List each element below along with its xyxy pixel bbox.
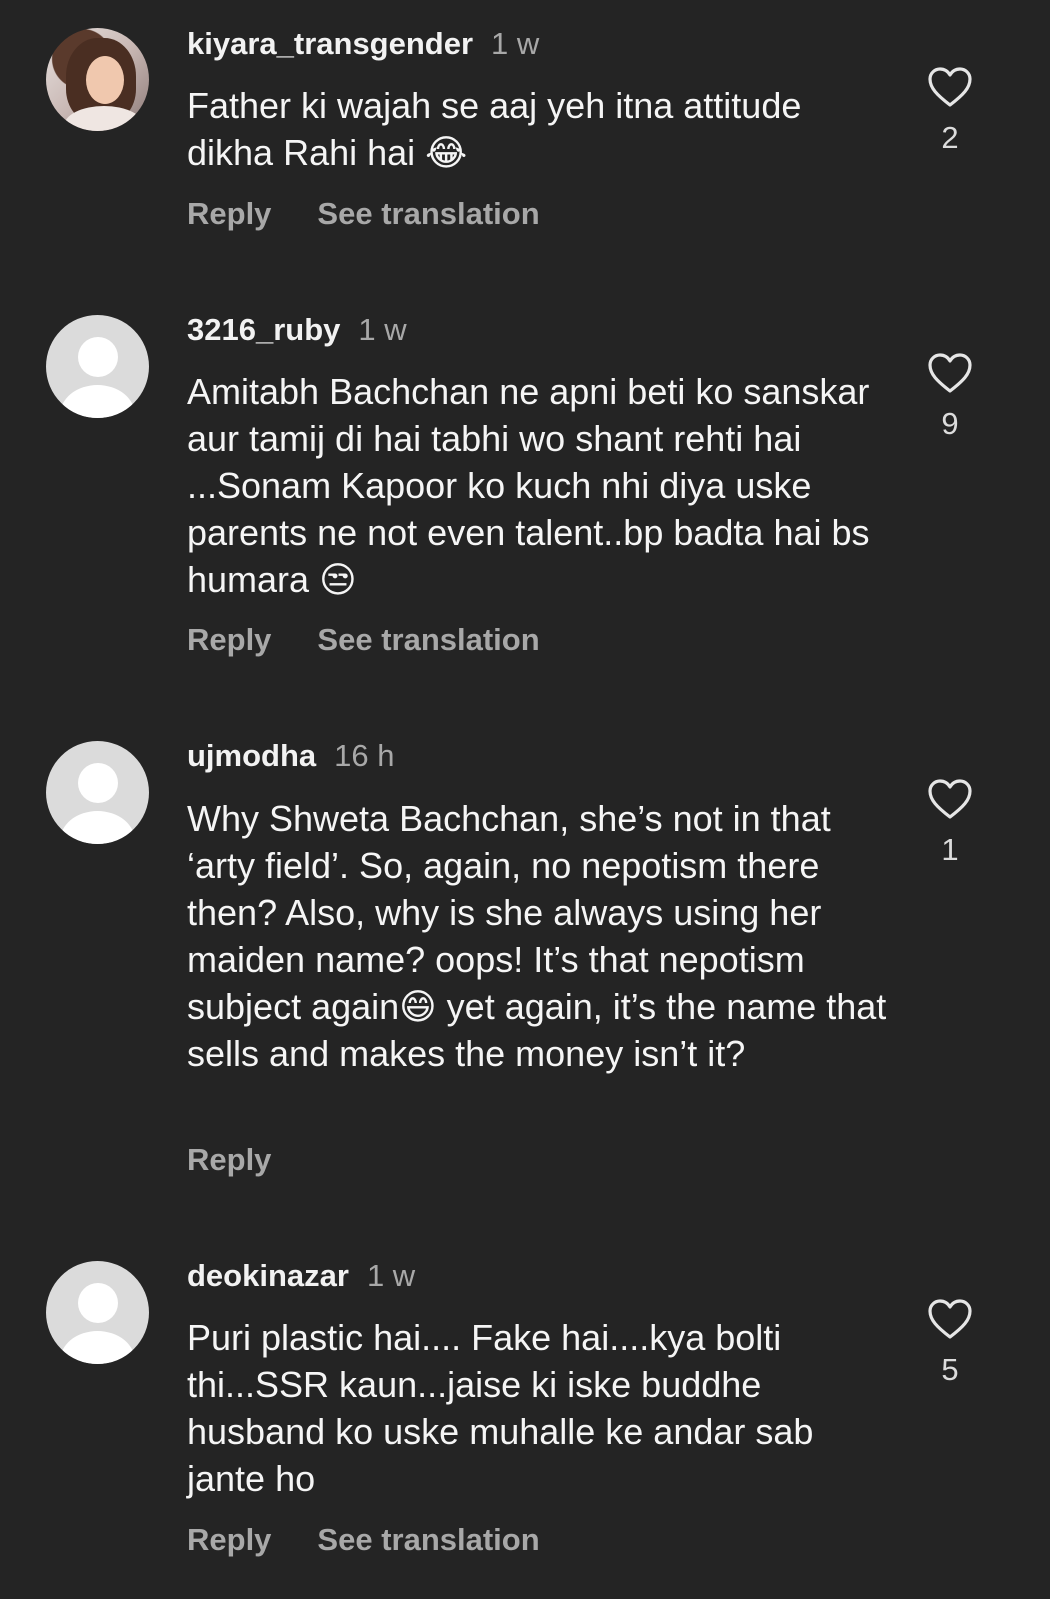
comment-text: Why Shweta Bachchan, she’s not in that ‘… <box>187 798 887 1074</box>
avatar[interactable] <box>46 315 149 418</box>
comment-meta: ujmodha 16 h <box>187 738 395 774</box>
reply-button[interactable]: Reply <box>187 1522 271 1557</box>
avatar[interactable] <box>46 28 149 131</box>
comment-text: Puri plastic hai.... Fake hai....kya bol… <box>187 1317 814 1499</box>
like-control: 1 <box>925 778 975 868</box>
like-count: 1 <box>941 832 959 867</box>
avatar-head <box>78 337 118 377</box>
like-count: 2 <box>941 120 959 155</box>
like-control: 5 <box>925 1298 975 1388</box>
reply-button[interactable]: Reply <box>187 196 271 231</box>
avatar-face <box>86 56 124 104</box>
heart-outline-icon[interactable] <box>927 66 973 108</box>
reply-button[interactable]: Reply <box>187 1142 271 1177</box>
avatar-head <box>78 1283 118 1323</box>
comment-time: 1 w <box>358 312 407 347</box>
comment-username[interactable]: deokinazar <box>187 1258 349 1293</box>
avatar-body <box>60 385 135 418</box>
comment-actions: Reply See translation <box>187 196 540 232</box>
comment-username[interactable]: ujmodha <box>187 738 316 773</box>
comment-text: Amitabh Bachchan ne apni beti ko sanskar… <box>187 371 870 600</box>
avatar-body <box>60 811 135 844</box>
like-count: 5 <box>941 1352 959 1387</box>
comment-username[interactable]: 3216_ruby <box>187 312 340 347</box>
comment-actions: Reply <box>187 1142 271 1178</box>
comment-meta: kiyara_transgender 1 w <box>187 26 539 62</box>
comment-time: 1 w <box>366 1258 416 1293</box>
see-translation-button[interactable]: See translation <box>317 1522 539 1557</box>
comment-text: Father ki wajah se aaj yeh itna attitude… <box>187 85 802 173</box>
avatar-body <box>60 1331 135 1364</box>
comment-actions: Reply See translation <box>187 622 540 658</box>
comments-list: kiyara_transgender 1 w Father ki wajah se… <box>0 0 1050 1599</box>
heart-outline-icon[interactable] <box>927 352 973 394</box>
avatar-head <box>78 763 118 803</box>
avatar[interactable] <box>46 1261 149 1364</box>
like-control: 2 <box>925 66 975 156</box>
heart-outline-icon[interactable] <box>927 778 973 820</box>
comment-username[interactable]: kiyara_transgender <box>187 26 473 61</box>
comment-time: 16 h <box>334 738 395 773</box>
heart-outline-icon[interactable] <box>927 1298 973 1340</box>
comment-meta: 3216_ruby 1 w <box>187 312 407 348</box>
see-translation-button[interactable]: See translation <box>317 196 539 231</box>
like-count: 9 <box>941 406 959 441</box>
comment-actions: Reply See translation <box>187 1522 540 1558</box>
comment-meta: deokinazar 1 w <box>187 1258 415 1294</box>
like-control: 9 <box>925 352 975 442</box>
see-translation-button[interactable]: See translation <box>317 622 539 657</box>
comment-time: 1 w <box>491 26 540 61</box>
reply-button[interactable]: Reply <box>187 622 271 657</box>
avatar[interactable] <box>46 741 149 844</box>
